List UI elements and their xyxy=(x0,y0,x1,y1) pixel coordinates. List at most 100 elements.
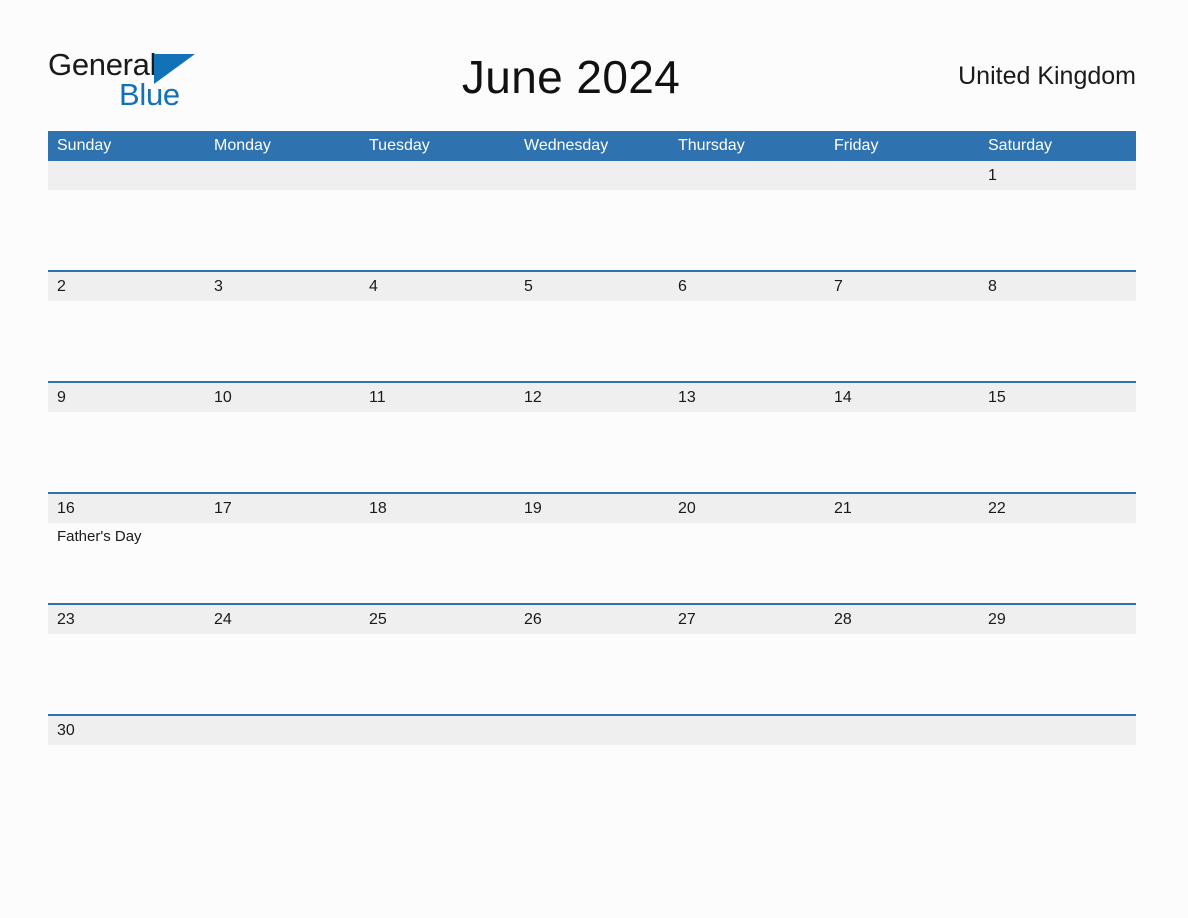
day-events-cell xyxy=(669,301,825,381)
day-events-cell xyxy=(979,301,1136,381)
day-number-2[interactable]: 2 xyxy=(48,272,205,301)
logo-text-blue: Blue xyxy=(119,77,180,112)
day-events-cell xyxy=(48,301,205,381)
weekday-header-monday: Monday xyxy=(214,137,271,154)
calendar-page: General Blue June 2024 United Kingdom Su… xyxy=(0,0,1188,918)
day-events-cell xyxy=(205,523,360,603)
day-number-11[interactable]: 11 xyxy=(360,383,515,412)
day-number-19[interactable]: 19 xyxy=(515,494,669,523)
day-events-cell xyxy=(360,745,515,825)
day-number-empty xyxy=(669,161,825,190)
day-number-empty xyxy=(360,161,515,190)
day-events-cell xyxy=(979,190,1136,270)
day-events-cell xyxy=(360,190,515,270)
day-number-21[interactable]: 21 xyxy=(825,494,979,523)
day-number-1[interactable]: 1 xyxy=(979,161,1136,190)
week-event-band xyxy=(48,301,1136,381)
day-number-26[interactable]: 26 xyxy=(515,605,669,634)
day-number-6[interactable]: 6 xyxy=(669,272,825,301)
weekday-header-row: Sunday Monday Tuesday Wednesday Thursday Frid… xyxy=(48,131,1136,161)
day-events-cell xyxy=(825,190,979,270)
calendar-week-row: 30 xyxy=(48,714,1136,825)
day-number-empty xyxy=(515,161,669,190)
weekday-header-saturday: Saturday xyxy=(988,137,1053,154)
day-number-13[interactable]: 13 xyxy=(669,383,825,412)
day-events-cell xyxy=(515,745,669,825)
week-date-band: 9 10 11 12 13 14 15 xyxy=(48,383,1136,412)
week-date-band: 30 xyxy=(48,716,1136,745)
day-number-24[interactable]: 24 xyxy=(205,605,360,634)
day-number-5[interactable]: 5 xyxy=(515,272,669,301)
day-number-25[interactable]: 25 xyxy=(360,605,515,634)
day-events-cell xyxy=(825,523,979,603)
day-events-cell xyxy=(669,745,825,825)
day-number-10[interactable]: 10 xyxy=(205,383,360,412)
day-number-22[interactable]: 22 xyxy=(979,494,1136,523)
calendar-weeks: 1 2 3 4 5 6 7 8 9 10 11 12 13 14 15 16 17 18 19 20 21 22 Fathe… xyxy=(48,161,1136,825)
day-number-empty xyxy=(515,716,669,745)
day-number-empty xyxy=(979,716,1136,745)
day-events-cell xyxy=(825,412,979,492)
day-events-cell xyxy=(979,745,1136,825)
day-number-empty xyxy=(360,716,515,745)
day-number-4[interactable]: 4 xyxy=(360,272,515,301)
day-number-20[interactable]: 20 xyxy=(669,494,825,523)
weekday-header-sunday: Sunday xyxy=(57,137,112,154)
day-number-14[interactable]: 14 xyxy=(825,383,979,412)
day-events-cell xyxy=(825,634,979,714)
weekday-header-friday: Friday xyxy=(834,137,879,154)
day-number-27[interactable]: 27 xyxy=(669,605,825,634)
day-events-cell xyxy=(48,745,205,825)
week-event-band xyxy=(48,634,1136,714)
week-event-band xyxy=(48,412,1136,492)
calendar-week-row: 23 24 25 26 27 28 29 xyxy=(48,603,1136,714)
day-number-15[interactable]: 15 xyxy=(979,383,1136,412)
day-number-17[interactable]: 17 xyxy=(205,494,360,523)
day-number-empty xyxy=(205,716,360,745)
day-number-8[interactable]: 8 xyxy=(979,272,1136,301)
day-events-cell xyxy=(205,412,360,492)
day-events-cell xyxy=(825,301,979,381)
day-number-empty xyxy=(669,716,825,745)
day-events-cell xyxy=(669,412,825,492)
day-events-cell xyxy=(360,523,515,603)
day-number-7[interactable]: 7 xyxy=(825,272,979,301)
weekday-header-thursday: Thursday xyxy=(678,137,745,154)
calendar-week-row: 9 10 11 12 13 14 15 xyxy=(48,381,1136,492)
general-blue-logo: General Blue xyxy=(48,46,198,112)
day-number-12[interactable]: 12 xyxy=(515,383,669,412)
country-label: United Kingdom xyxy=(958,62,1136,90)
calendar-grid: Sunday Monday Tuesday Wednesday Thursday Frid… xyxy=(48,131,1136,825)
holiday-event: Father's Day xyxy=(57,528,142,545)
day-events-cell xyxy=(669,190,825,270)
week-date-band: 16 17 18 19 20 21 22 xyxy=(48,494,1136,523)
calendar-week-row: 1 xyxy=(48,161,1136,270)
day-events-cell xyxy=(205,745,360,825)
day-events-cell xyxy=(979,523,1136,603)
day-number-3[interactable]: 3 xyxy=(205,272,360,301)
day-number-28[interactable]: 28 xyxy=(825,605,979,634)
week-event-band: Father's Day xyxy=(48,523,1136,603)
day-number-29[interactable]: 29 xyxy=(979,605,1136,634)
day-events-cell xyxy=(360,634,515,714)
day-number-16[interactable]: 16 xyxy=(48,494,205,523)
day-events-cell xyxy=(205,190,360,270)
day-number-23[interactable]: 23 xyxy=(48,605,205,634)
day-number-9[interactable]: 9 xyxy=(48,383,205,412)
day-events-cell xyxy=(669,634,825,714)
day-events-cell xyxy=(515,412,669,492)
calendar-week-row: 16 17 18 19 20 21 22 Father's Day xyxy=(48,492,1136,603)
masthead: General Blue June 2024 United Kingdom xyxy=(48,38,1136,116)
day-number-18[interactable]: 18 xyxy=(360,494,515,523)
day-number-empty xyxy=(205,161,360,190)
day-events-cell xyxy=(669,523,825,603)
day-events-cell: Father's Day xyxy=(48,523,205,603)
week-date-band: 2345678 xyxy=(48,272,1136,301)
day-number-empty xyxy=(825,161,979,190)
day-events-cell xyxy=(48,412,205,492)
day-events-cell xyxy=(515,523,669,603)
day-number-30[interactable]: 30 xyxy=(48,716,205,745)
calendar-week-row: 2345678 xyxy=(48,270,1136,381)
day-events-cell xyxy=(515,301,669,381)
day-events-cell xyxy=(205,634,360,714)
